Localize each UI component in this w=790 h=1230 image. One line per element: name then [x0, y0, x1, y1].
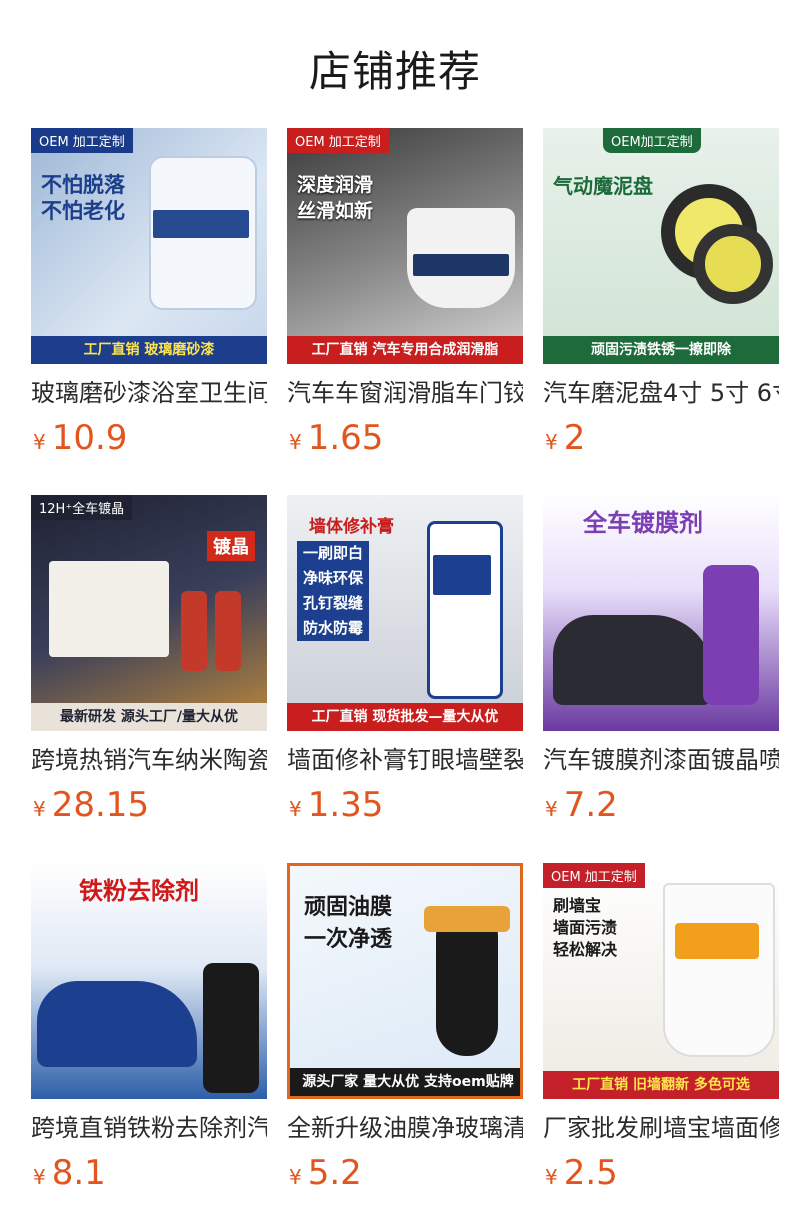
product-headline: 气动魔泥盘 — [553, 174, 653, 198]
price-value: 7.2 — [563, 785, 618, 825]
product-thumbnail[interactable]: 顽固油膜 一次净透 源头厂家 量大从优 支持oem贴牌 — [287, 863, 523, 1099]
product-headline: 刷墙宝 墙面污渍 轻松解决 — [553, 896, 618, 959]
price-value: 28.15 — [51, 785, 150, 825]
product-tag: OEM加工定制 — [603, 128, 701, 153]
product-thumbnail[interactable]: OEM 加工定制 刷墙宝 墙面污渍 轻松解决 工厂直销 旧墙翻新 多色可选 — [543, 863, 779, 1099]
product-headline: 全车镀膜剂 — [583, 509, 703, 537]
price-value: 5.2 — [307, 1153, 362, 1193]
product-headline: 镀晶 — [207, 531, 255, 561]
currency-symbol: ¥ — [545, 797, 558, 821]
product-banner: 工厂直销 旧墙翻新 多色可选 — [543, 1071, 779, 1099]
product-tag: 12H⁺全车镀晶 — [31, 495, 133, 520]
product-name[interactable]: 墙面修补膏钉眼墙壁裂缝 — [287, 743, 523, 777]
product-price: ¥1.35 — [289, 785, 383, 825]
product-headline: 不怕脱落 不怕老化 — [41, 173, 125, 223]
product-banner: 工厂直销 玻璃磨砂漆 — [31, 336, 267, 364]
product-banner: 工厂直销 现货批发—量大从优 — [287, 703, 523, 731]
currency-symbol: ¥ — [33, 1165, 46, 1189]
product-price: ¥1.65 — [289, 418, 383, 458]
currency-symbol: ¥ — [33, 430, 46, 454]
price-value: 2.5 — [563, 1153, 618, 1193]
currency-symbol: ¥ — [289, 797, 302, 821]
price-value: 2 — [563, 418, 586, 458]
product-name[interactable]: 跨境热销汽车纳米陶瓷镀晶 — [31, 743, 267, 777]
price-value: 8.1 — [51, 1153, 106, 1193]
product-thumbnail[interactable]: 墙体修补膏 一刷即白 净味环保 孔钉裂缝 防水防霉 工厂直销 现货批发—量大从优 — [287, 495, 523, 731]
product-thumbnail[interactable]: OEM 加工定制 深度润滑 丝滑如新 工厂直销 汽车专用合成润滑脂 — [287, 128, 523, 364]
product-headline: 一刷即白 净味环保 孔钉裂缝 防水防霉 — [297, 541, 370, 641]
product-price: ¥7.2 — [545, 785, 618, 825]
product-thumbnail[interactable]: 铁粉去除剂 — [31, 863, 267, 1099]
product-name[interactable]: 汽车车窗润滑脂车门铰链 — [287, 376, 523, 410]
product-name[interactable]: 厂家批发刷墙宝墙面修补 — [543, 1111, 779, 1145]
product-tag: OEM 加工定制 — [543, 863, 645, 888]
product-thumbnail[interactable]: OEM加工定制 气动魔泥盘 顽固污渍铁锈一擦即除 — [543, 128, 779, 364]
product-banner: 最新研发 源头工厂/量大从优 — [31, 703, 267, 731]
currency-symbol: ¥ — [545, 1165, 558, 1189]
product-thumbnail[interactable]: OEM 加工定制 不怕脱落 不怕老化 工厂直销 玻璃磨砂漆 — [31, 128, 267, 364]
product-price: ¥5.2 — [289, 1153, 362, 1193]
product-headline: 铁粉去除剂 — [79, 877, 199, 905]
product-price: ¥8.1 — [33, 1153, 106, 1193]
product-name[interactable]: 汽车镀膜剂漆面镀晶喷雾 — [543, 743, 779, 777]
product-price: ¥28.15 — [33, 785, 149, 825]
product-headline: 深度润滑 丝滑如新 — [297, 174, 374, 222]
product-name[interactable]: 全新升级油膜净玻璃清洁 — [287, 1111, 523, 1145]
price-value: 10.9 — [51, 418, 128, 458]
product-price: ¥2 — [545, 418, 585, 458]
price-value: 1.35 — [307, 785, 384, 825]
page-title: 店铺推荐 — [308, 47, 481, 96]
product-tag: 墙体修补膏 — [309, 517, 394, 537]
product-tag: OEM 加工定制 — [31, 128, 133, 153]
product-headline: 顽固油膜 一次净透 — [304, 895, 393, 952]
product-name[interactable]: 跨境直销铁粉去除剂汽车 — [31, 1111, 267, 1145]
product-price: ¥2.5 — [545, 1153, 618, 1193]
product-banner: 顽固污渍铁锈一擦即除 — [543, 336, 779, 364]
product-thumbnail[interactable]: 12H⁺全车镀晶 镀晶 最新研发 源头工厂/量大从优 — [31, 495, 267, 731]
currency-symbol: ¥ — [289, 430, 302, 454]
currency-symbol: ¥ — [33, 797, 46, 821]
product-banner: 源头厂家 量大从优 支持oem贴牌 — [290, 1068, 520, 1096]
currency-symbol: ¥ — [545, 430, 558, 454]
product-thumbnail[interactable]: 全车镀膜剂 — [543, 495, 779, 731]
currency-symbol: ¥ — [289, 1165, 302, 1189]
product-price: ¥10.9 — [33, 418, 127, 458]
product-name[interactable]: 汽车磨泥盘4寸 5寸 6寸 — [543, 376, 779, 410]
price-value: 1.65 — [307, 418, 384, 458]
product-name[interactable]: 玻璃磨砂漆浴室卫生间 — [31, 376, 267, 410]
product-banner: 工厂直销 汽车专用合成润滑脂 — [287, 336, 523, 364]
product-tag: OEM 加工定制 — [287, 128, 389, 153]
